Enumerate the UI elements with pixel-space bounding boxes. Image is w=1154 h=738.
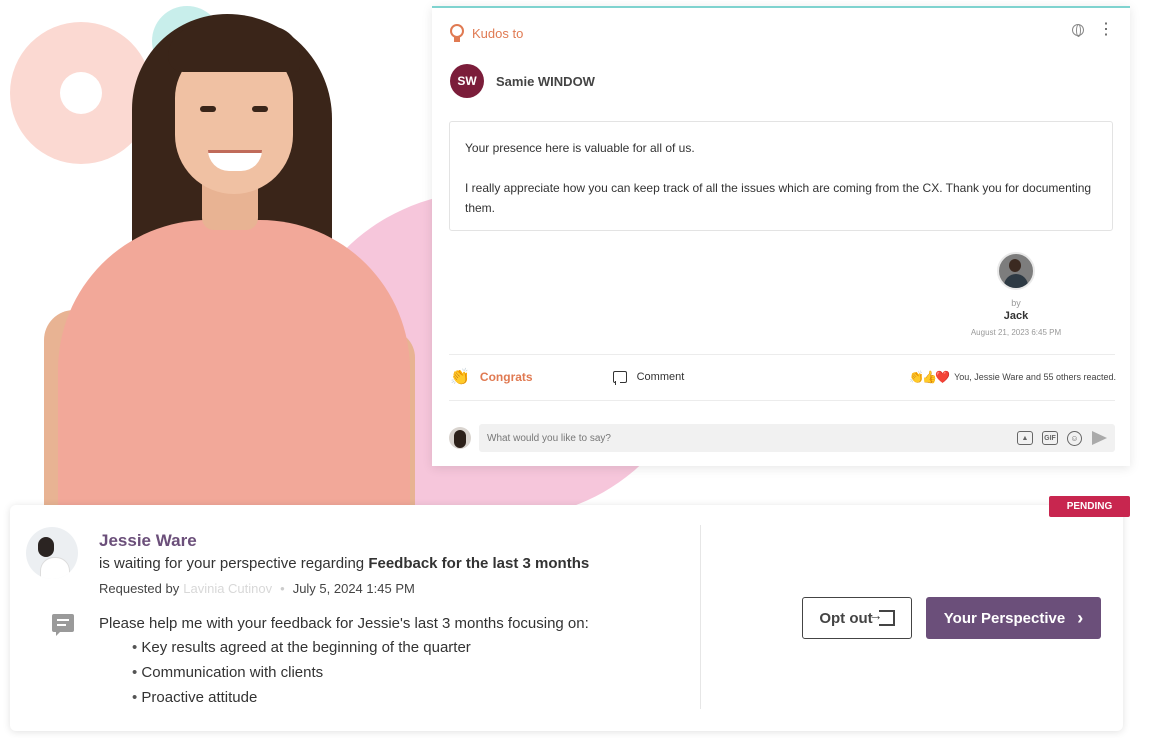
image-upload-icon[interactable]: ▲ xyxy=(1017,431,1033,445)
focus-list: Key results agreed at the beginning of t… xyxy=(132,638,471,713)
chevron-right-icon: › xyxy=(1077,607,1084,628)
waiting-text: is waiting for your perspective regardin… xyxy=(99,555,365,572)
send-icon[interactable] xyxy=(1092,431,1107,445)
gif-icon[interactable]: GIF xyxy=(1042,431,1058,445)
opt-out-button[interactable]: Opt out xyxy=(802,597,912,639)
kudos-message-line: I really appreciate how you can keep tra… xyxy=(465,181,1092,215)
request-date: July 5, 2024 1:45 PM xyxy=(292,581,415,596)
clap-icon: 👏 xyxy=(450,369,470,386)
requested-by-line: Requested by Lavinia Cutinov • July 5, 2… xyxy=(99,581,415,596)
comment-input[interactable]: What would you like to say? ▲ GIF ☺ xyxy=(479,424,1115,452)
vertical-divider xyxy=(700,525,701,709)
separator-dot: • xyxy=(280,581,285,596)
comment-button[interactable]: Comment xyxy=(612,371,685,385)
requested-by-name[interactable]: Lavinia Cutinov xyxy=(183,581,272,596)
hero-person-image xyxy=(40,10,420,510)
feedback-request-card: Jessie Ware is waiting for your perspect… xyxy=(10,505,1123,731)
status-badge: PENDING xyxy=(1049,496,1130,517)
sender-avatar[interactable] xyxy=(997,252,1035,290)
reactions-text: You, Jessie Ware and 55 others reacted. xyxy=(954,372,1116,382)
kudos-sender: by Jack August 21, 2023 6:45 PM xyxy=(958,252,1074,337)
feedback-prompt: Please help me with your feedback for Je… xyxy=(99,615,589,632)
reactions-summary[interactable]: 👏👍❤️ You, Jessie Ware and 55 others reac… xyxy=(909,370,1116,384)
reaction-emoji-icons: 👏👍❤️ xyxy=(909,370,950,384)
current-user-avatar xyxy=(449,427,471,449)
requester-name[interactable]: Jessie Ware xyxy=(99,531,197,551)
comment-input-placeholder: What would you like to say? xyxy=(487,432,611,444)
kudos-message: Your presence here is valuable for all o… xyxy=(449,121,1113,231)
by-label: by xyxy=(1011,298,1021,308)
comment-label: Comment xyxy=(636,371,685,383)
comment-composer: What would you like to say? ▲ GIF ☺ xyxy=(449,424,1115,452)
kudos-header-label: Kudos to xyxy=(472,25,524,41)
exit-icon xyxy=(869,607,895,626)
recipient-avatar[interactable]: SW xyxy=(450,64,484,98)
your-perspective-button[interactable]: Your Perspective › xyxy=(926,597,1101,639)
list-item: Communication with clients xyxy=(132,663,471,688)
divider xyxy=(449,400,1115,401)
award-badge-icon xyxy=(450,24,464,42)
recipient-name[interactable]: Samie WINDOW xyxy=(496,74,595,89)
your-perspective-label: Your Perspective xyxy=(943,609,1066,627)
message-icon xyxy=(52,614,74,636)
kudos-message-line: Your presence here is valuable for all o… xyxy=(465,141,695,155)
divider xyxy=(449,354,1115,355)
kudos-card: Kudos to ⋮ SW Samie WINDOW Your presence… xyxy=(432,6,1130,466)
more-options-icon[interactable]: ⋮ xyxy=(1098,22,1114,38)
congrats-label: Congrats xyxy=(479,370,533,384)
kudos-actions: 👏 Congrats Comment 👏👍❤️ You, Jessie Ware… xyxy=(450,366,1116,388)
comment-icon xyxy=(612,371,627,385)
emoji-icon[interactable]: ☺ xyxy=(1067,430,1082,446)
requester-avatar[interactable] xyxy=(26,527,78,579)
requested-by-label: Requested by xyxy=(99,581,180,596)
list-item: Proactive attitude xyxy=(132,688,471,713)
waiting-line: is waiting for your perspective regardin… xyxy=(99,555,589,572)
congrats-button[interactable]: 👏 Congrats xyxy=(450,367,533,387)
opt-out-label: Opt out xyxy=(819,609,873,627)
list-item: Key results agreed at the beginning of t… xyxy=(132,638,470,663)
feedback-topic: Feedback for the last 3 months xyxy=(368,555,590,572)
globe-icon[interactable] xyxy=(1072,24,1084,37)
sender-name[interactable]: Jack xyxy=(958,310,1074,322)
kudos-recipient: SW Samie WINDOW xyxy=(450,64,595,98)
kudos-header: Kudos to xyxy=(450,24,523,42)
sender-date: August 21, 2023 6:45 PM xyxy=(970,328,1062,337)
